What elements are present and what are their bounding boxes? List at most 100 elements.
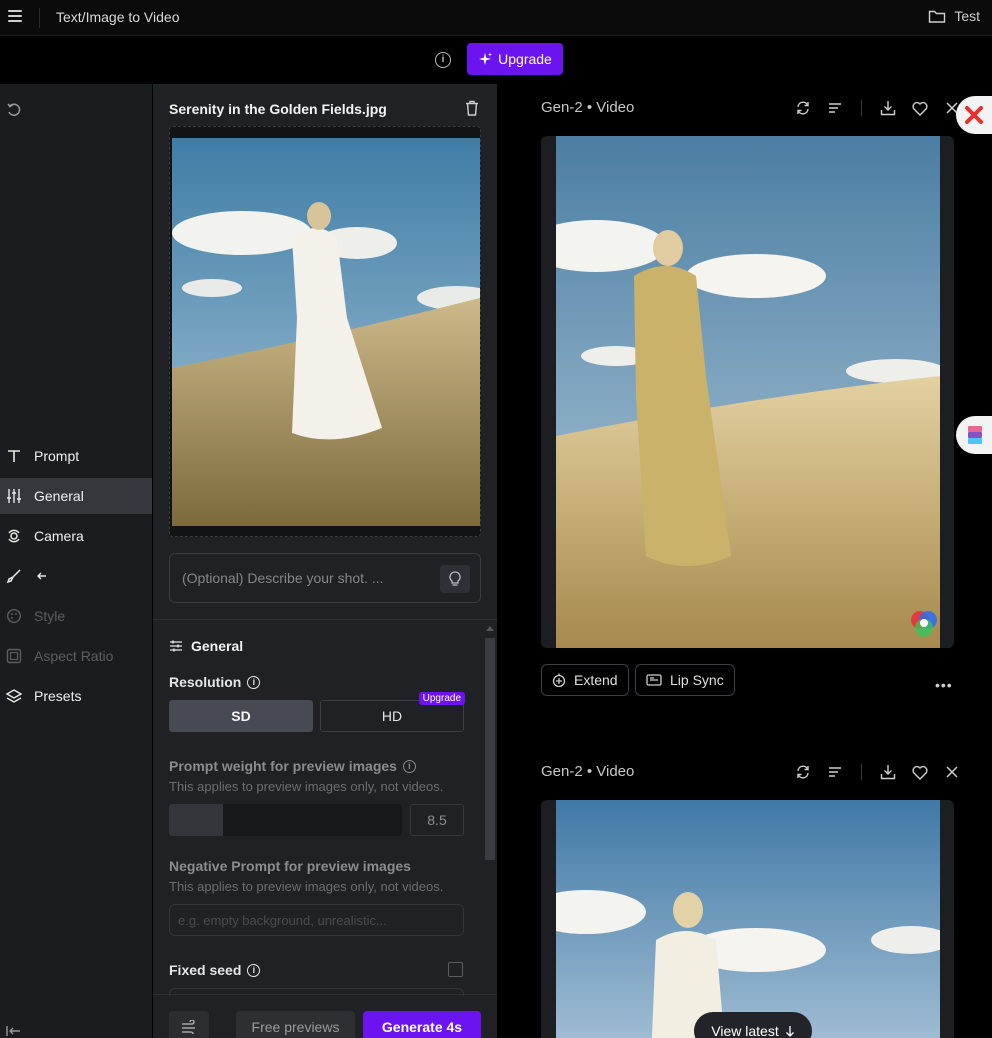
extend-label: Extend	[574, 672, 618, 688]
input-image	[172, 138, 480, 526]
layers-extension-icon[interactable]	[956, 416, 992, 454]
resolution-sd-button[interactable]: SD	[169, 700, 313, 732]
describe-shot-input[interactable]: (Optional) Describe your shot. ...	[169, 553, 481, 603]
nav-item-style[interactable]: Style	[0, 598, 152, 634]
negative-prompt-label: Negative Prompt for preview images	[169, 858, 411, 874]
nav-item-camera[interactable]: Camera	[0, 518, 152, 554]
prompt-weight-label: Prompt weight for preview images i	[169, 758, 416, 774]
wind-icon	[182, 1020, 195, 1034]
info-icon[interactable]: i	[247, 675, 261, 689]
lip-sync-button[interactable]: Lip Sync	[635, 664, 735, 696]
more-options-icon[interactable]: •••	[935, 677, 953, 693]
folder-icon	[929, 10, 946, 23]
regenerate-icon[interactable]	[787, 99, 819, 117]
project-name: Test	[954, 8, 980, 24]
video-card-actions	[787, 99, 968, 117]
input-image-dropzone[interactable]	[169, 126, 481, 537]
lip-sync-icon	[646, 674, 662, 686]
text-icon	[6, 448, 22, 464]
generate-button[interactable]: Generate 4s	[363, 1011, 481, 1038]
nav-label: Presets	[34, 688, 82, 704]
info-icon[interactable]: i	[435, 52, 451, 68]
prompt-weight-label-text: Prompt weight for preview images	[169, 758, 397, 774]
brush-icon	[6, 568, 22, 584]
heart-icon[interactable]	[904, 99, 936, 117]
trash-icon[interactable]	[465, 100, 479, 116]
extend-icon	[552, 673, 566, 687]
info-icon[interactable]: i	[247, 963, 261, 977]
settings-sliders-icon	[170, 640, 182, 652]
sd-label: SD	[231, 708, 251, 724]
fixed-seed-checkbox[interactable]	[448, 962, 463, 977]
view-latest-label: View latest	[711, 1023, 779, 1038]
hd-label: HD	[381, 708, 403, 724]
palette-icon	[6, 608, 22, 624]
resolution-hd-button[interactable]: HD Upgrade	[320, 692, 465, 732]
aspect-ratio-icon	[6, 648, 22, 664]
left-nav: Prompt General Camera Style Aspect Ratio…	[0, 84, 152, 1038]
undo-icon[interactable]	[6, 102, 22, 118]
video-frame	[556, 136, 940, 648]
layers-icon	[6, 688, 22, 704]
fixed-seed-label: Fixed seed i	[169, 962, 261, 978]
project-button[interactable]: Test	[928, 8, 980, 24]
download-icon[interactable]	[872, 763, 904, 781]
divider	[153, 619, 497, 620]
arrow-down-icon	[785, 1026, 794, 1037]
prompt-weight-slider[interactable]	[169, 804, 402, 836]
heart-icon[interactable]	[904, 763, 936, 781]
info-icon[interactable]: i	[402, 759, 416, 773]
negative-prompt-input[interactable]: e.g. empty background, unrealistic...	[169, 904, 464, 936]
view-latest-button[interactable]: View latest	[694, 1012, 812, 1038]
divider	[861, 764, 862, 780]
nav-label: General	[34, 488, 84, 504]
camera-move-icon	[6, 528, 22, 544]
app-title: Text/Image to Video	[56, 9, 180, 25]
video-player[interactable]	[541, 136, 954, 648]
negative-prompt-placeholder: e.g. empty background, unrealistic...	[178, 913, 387, 928]
collapse-sidebar-icon[interactable]	[6, 1026, 22, 1036]
advanced-settings-button[interactable]	[169, 1011, 209, 1038]
negative-prompt-help: This applies to preview images only, not…	[169, 879, 444, 894]
resolution-label: Resolution i	[169, 674, 261, 690]
upgrade-badge: Upgrade	[418, 692, 465, 705]
details-icon[interactable]	[819, 763, 851, 781]
section-title: General	[191, 638, 244, 654]
video-player[interactable]	[541, 800, 954, 1038]
x-extension-icon[interactable]	[956, 96, 992, 134]
describe-placeholder: (Optional) Describe your shot. ...	[182, 570, 384, 586]
hamburger-menu-icon[interactable]	[8, 10, 22, 24]
download-icon[interactable]	[872, 99, 904, 117]
settings-panel: Serenity in the Golden Fields.jpg (Optio…	[153, 84, 497, 1038]
nav-item-general[interactable]: General	[0, 478, 152, 514]
nav-item-motion-brush[interactable]	[0, 558, 152, 594]
resolution-label-text: Resolution	[169, 674, 242, 690]
scroll-thumb[interactable]	[485, 638, 495, 860]
divider	[861, 100, 862, 116]
general-section-header: General	[169, 638, 243, 654]
scroll-up-arrow[interactable]	[486, 626, 494, 631]
video-card-actions	[787, 763, 968, 781]
video-card-title: Gen-2 • Video	[541, 763, 635, 780]
upgrade-button[interactable]: Upgrade	[467, 43, 563, 75]
nav-label: Aspect Ratio	[34, 648, 114, 664]
upgrade-label: Upgrade	[498, 51, 552, 67]
nav-item-prompt[interactable]: Prompt	[0, 438, 152, 474]
close-icon[interactable]	[936, 763, 968, 781]
nav-item-presets[interactable]: Presets	[0, 678, 152, 714]
extend-button[interactable]: Extend	[541, 664, 629, 696]
regenerate-icon[interactable]	[787, 763, 819, 781]
sparkle-icon	[479, 52, 493, 65]
panel-scrollbar[interactable]	[483, 624, 495, 994]
arrow-left-icon	[34, 568, 50, 584]
color-wheel-logo-icon	[911, 611, 937, 637]
free-previews-button[interactable]: Free previews	[236, 1011, 355, 1038]
sliders-icon	[6, 488, 22, 504]
upgrade-bar: i Upgrade	[0, 37, 992, 83]
details-icon[interactable]	[819, 99, 851, 117]
prompt-weight-value[interactable]: 8.5	[410, 804, 464, 836]
lightbulb-icon[interactable]	[440, 565, 470, 593]
nav-label: Camera	[34, 528, 84, 544]
nav-item-aspect-ratio[interactable]: Aspect Ratio	[0, 638, 152, 674]
slider-fill	[169, 804, 223, 836]
